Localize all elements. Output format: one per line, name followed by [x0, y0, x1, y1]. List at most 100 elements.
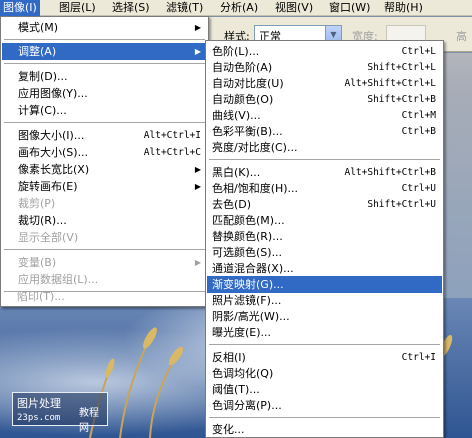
menu-item-auto-levels[interactable]: 自动色阶(A) Shift+Ctrl+L [207, 59, 442, 76]
menu-item-label: 渐变映射(G)... [212, 278, 284, 291]
menubar-view[interactable]: 视图(V) [272, 0, 316, 16]
menu-item-label: 复制(D)... [18, 70, 68, 83]
menu-item-trim[interactable]: 裁切(R)... [2, 212, 207, 229]
menu-item-shadow-highlight[interactable]: 阴影/高光(W)... [207, 308, 442, 325]
menu-item-hue-saturation[interactable]: 色相/饱和度(H)... Ctrl+U [207, 180, 442, 197]
triangle-right-icon: ▶ [194, 182, 201, 191]
menu-item-label: 色阶(L)... [212, 45, 260, 58]
menu-item-color-balance[interactable]: 色彩平衡(B)... Ctrl+B [207, 123, 442, 140]
menu-item-label: 变化... [212, 423, 245, 436]
menu-item-shortcut: Shift+Ctrl+U [367, 199, 436, 210]
watermark-url: 23ps.com [17, 413, 61, 423]
menu-item-label: 曲线(V)... [212, 109, 261, 122]
menu-item-label: 曝光度(E)... [212, 326, 272, 339]
menu-item-canvas-size[interactable]: 画布大小(S)... Alt+Ctrl+C [2, 144, 207, 161]
menubar-layer[interactable]: 图层(L) [56, 0, 99, 16]
menu-item-brightness-contrast[interactable]: 亮度/对比度(C)... [207, 139, 442, 156]
menu-item-photo-filter[interactable]: 照片滤镜(F)... [207, 292, 442, 309]
menu-item-invert[interactable]: 反相(I) Ctrl+I [207, 349, 442, 366]
menu-item-label: 自动颜色(O) [212, 93, 274, 106]
menu-item-trap: 陷印(T)... [1, 288, 206, 305]
menu-item-channel-mixer[interactable]: 通道混合器(X)... [207, 260, 442, 277]
menu-item-label: 黑白(K)... [212, 166, 261, 179]
triangle-right-icon: ▶ [194, 47, 201, 56]
menu-item-label: 显示全部(V) [18, 231, 79, 244]
menu-item-label: 裁剪(P) [18, 197, 56, 210]
menu-item-exposure[interactable]: 曝光度(E)... [207, 324, 442, 341]
menu-item-label: 色调分离(P)... [212, 399, 282, 412]
triangle-right-icon: ▶ [194, 258, 201, 267]
menu-item-shortcut: Alt+Shift+Ctrl+L [344, 78, 436, 89]
menu-item-shortcut: Ctrl+I [401, 352, 436, 363]
menu-item-shortcut: Ctrl+M [401, 110, 436, 121]
menu-item-auto-color[interactable]: 自动颜色(O) Shift+Ctrl+B [207, 91, 442, 108]
height-label: 高 [456, 30, 467, 43]
menu-item-match-color[interactable]: 匹配颜色(M)... [207, 212, 442, 229]
menu-item-duplicate[interactable]: 复制(D)... [2, 68, 207, 85]
menu-item-label: 匹配颜色(M)... [212, 214, 285, 227]
menu-item-shortcut: Alt+Ctrl+C [143, 147, 201, 158]
menu-item-threshold[interactable]: 阈值(T)... [207, 381, 442, 398]
menu-item-shortcut: Alt+Ctrl+I [143, 130, 201, 141]
menu-item-replace-color[interactable]: 替换颜色(R)... [207, 228, 442, 245]
menubar-window[interactable]: 窗口(W) [326, 0, 373, 16]
menu-item-label: 调整(A) [18, 45, 57, 58]
menu-item-desaturate[interactable]: 去色(D) Shift+Ctrl+U [207, 196, 442, 213]
menu-item-label: 反相(I) [212, 351, 246, 364]
menu-item-label: 色彩平衡(B)... [212, 125, 283, 138]
menu-separator [209, 344, 440, 345]
menubar-select[interactable]: 选择(S) [109, 0, 153, 16]
menu-item-variations[interactable]: 变化... [207, 421, 442, 438]
adjustments-submenu: 色阶(L)... Ctrl+L 自动色阶(A) Shift+Ctrl+L 自动对比度… [205, 40, 444, 438]
menu-item-label: 替换颜色(R)... [212, 230, 283, 243]
triangle-right-icon: ▶ [194, 165, 201, 174]
menu-item-black-white[interactable]: 黑白(K)... Alt+Shift+Ctrl+B [207, 164, 442, 181]
menu-item-label: 像素长宽比(X) [18, 163, 90, 176]
menu-item-adjustments[interactable]: 调整(A) ▶ [2, 43, 207, 60]
menu-separator [4, 249, 205, 250]
menu-item-label: 色相/饱和度(H)... [212, 182, 299, 195]
menu-item-label: 裁切(R)... [18, 214, 67, 227]
menu-item-apply-image[interactable]: 应用图像(Y)... [2, 85, 207, 102]
menu-separator [4, 39, 205, 40]
menu-item-posterize[interactable]: 色调分离(P)... [207, 397, 442, 414]
menu-item-label: 旋转画布(E) [18, 180, 78, 193]
menu-item-shortcut: Shift+Ctrl+L [367, 62, 436, 73]
menu-item-pixel-aspect-ratio[interactable]: 像素长宽比(X) ▶ [2, 161, 207, 178]
menu-item-gradient-map[interactable]: 渐变映射(G)... [207, 276, 442, 293]
menu-item-levels[interactable]: 色阶(L)... Ctrl+L [207, 43, 442, 60]
menu-item-rotate-canvas[interactable]: 旋转画布(E) ▶ [2, 178, 207, 195]
menu-item-calculations[interactable]: 计算(C)... [2, 102, 207, 119]
menu-item-shortcut: Alt+Shift+Ctrl+B [344, 167, 436, 178]
menubar-filter[interactable]: 滤镜(T) [163, 0, 206, 16]
menu-item-label: 照片滤镜(F)... [212, 294, 282, 307]
menu-item-label: 色调均化(Q) [212, 367, 274, 380]
menu-item-shortcut: Ctrl+L [401, 46, 436, 57]
menubar-help[interactable]: 帮助(H) [381, 0, 426, 16]
menu-separator [209, 159, 440, 160]
watermark-title: 图片处理 [17, 397, 61, 410]
menu-item-selective-color[interactable]: 可选颜色(S)... [207, 244, 442, 261]
menubar-analysis[interactable]: 分析(A) [217, 0, 261, 16]
menu-item-equalize[interactable]: 色调均化(Q) [207, 365, 442, 382]
menu-item-image-size[interactable]: 图像大小(I)... Alt+Ctrl+I [2, 127, 207, 144]
image-menu: 模式(M) ▶ 调整(A) ▶ 复制(D)... 应用图像(Y)... 计算(C).… [0, 16, 209, 307]
menu-item-label: 阈值(T)... [212, 383, 260, 396]
menu-item-label: 去色(D) [212, 198, 252, 211]
menu-item-curves[interactable]: 曲线(V)... Ctrl+M [207, 107, 442, 124]
menu-item-shortcut: Shift+Ctrl+B [367, 94, 436, 105]
menu-separator [4, 63, 205, 64]
watermark-subtitle: 教程网 [79, 408, 99, 434]
menu-item-label: 画布大小(S)... [18, 146, 89, 159]
menu-item-label: 自动对比度(U) [212, 77, 284, 90]
menu-item-label: 计算(C)... [18, 104, 67, 117]
menu-item-label: 应用图像(Y)... [18, 87, 88, 100]
menu-item-auto-contrast[interactable]: 自动对比度(U) Alt+Shift+Ctrl+L [207, 75, 442, 92]
menu-item-apply-data-set: 应用数据组(L)... [2, 271, 207, 288]
menu-separator [4, 122, 205, 123]
triangle-right-icon: ▶ [194, 23, 201, 32]
menubar-image[interactable]: 图像(I) [0, 0, 40, 16]
menu-item-label: 通道混合器(X)... [212, 262, 294, 275]
menu-item-label: 自动色阶(A) [212, 61, 273, 74]
menu-item-mode[interactable]: 模式(M) ▶ [2, 19, 207, 36]
